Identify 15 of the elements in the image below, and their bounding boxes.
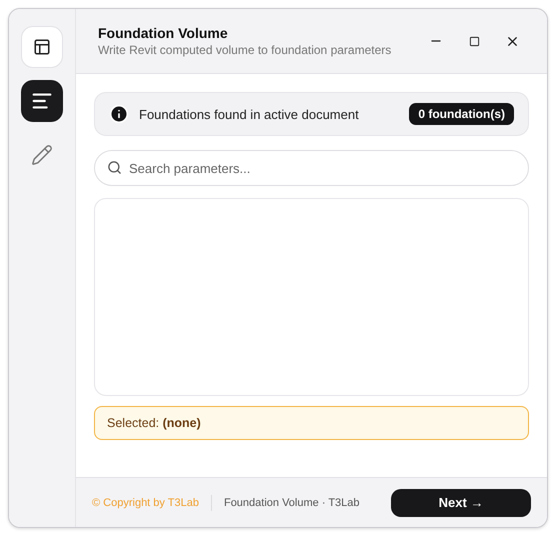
search-field[interactable]: Search parameters... — [94, 150, 529, 186]
selection-text: Selected: (none) — [107, 416, 201, 430]
pencil-icon — [31, 144, 53, 166]
next-button[interactable]: Next → — [391, 488, 531, 516]
window-subtitle: Write Revit computed volume to foundation parameters — [98, 43, 392, 57]
layout-icon — [21, 26, 63, 68]
info-icon — [109, 104, 129, 124]
count-badge: 0 foundation(s) — [409, 103, 514, 125]
menu-lines-button[interactable] — [21, 80, 63, 122]
info-text: Foundations found in active document — [139, 106, 360, 122]
copyright-text: © Copyright by T3Lab — [92, 496, 199, 508]
product-text: Foundation Volume · T3Lab — [224, 496, 361, 508]
search-icon — [107, 160, 122, 175]
maximize-icon — [468, 36, 480, 46]
window-title: Foundation Volume — [98, 25, 229, 41]
